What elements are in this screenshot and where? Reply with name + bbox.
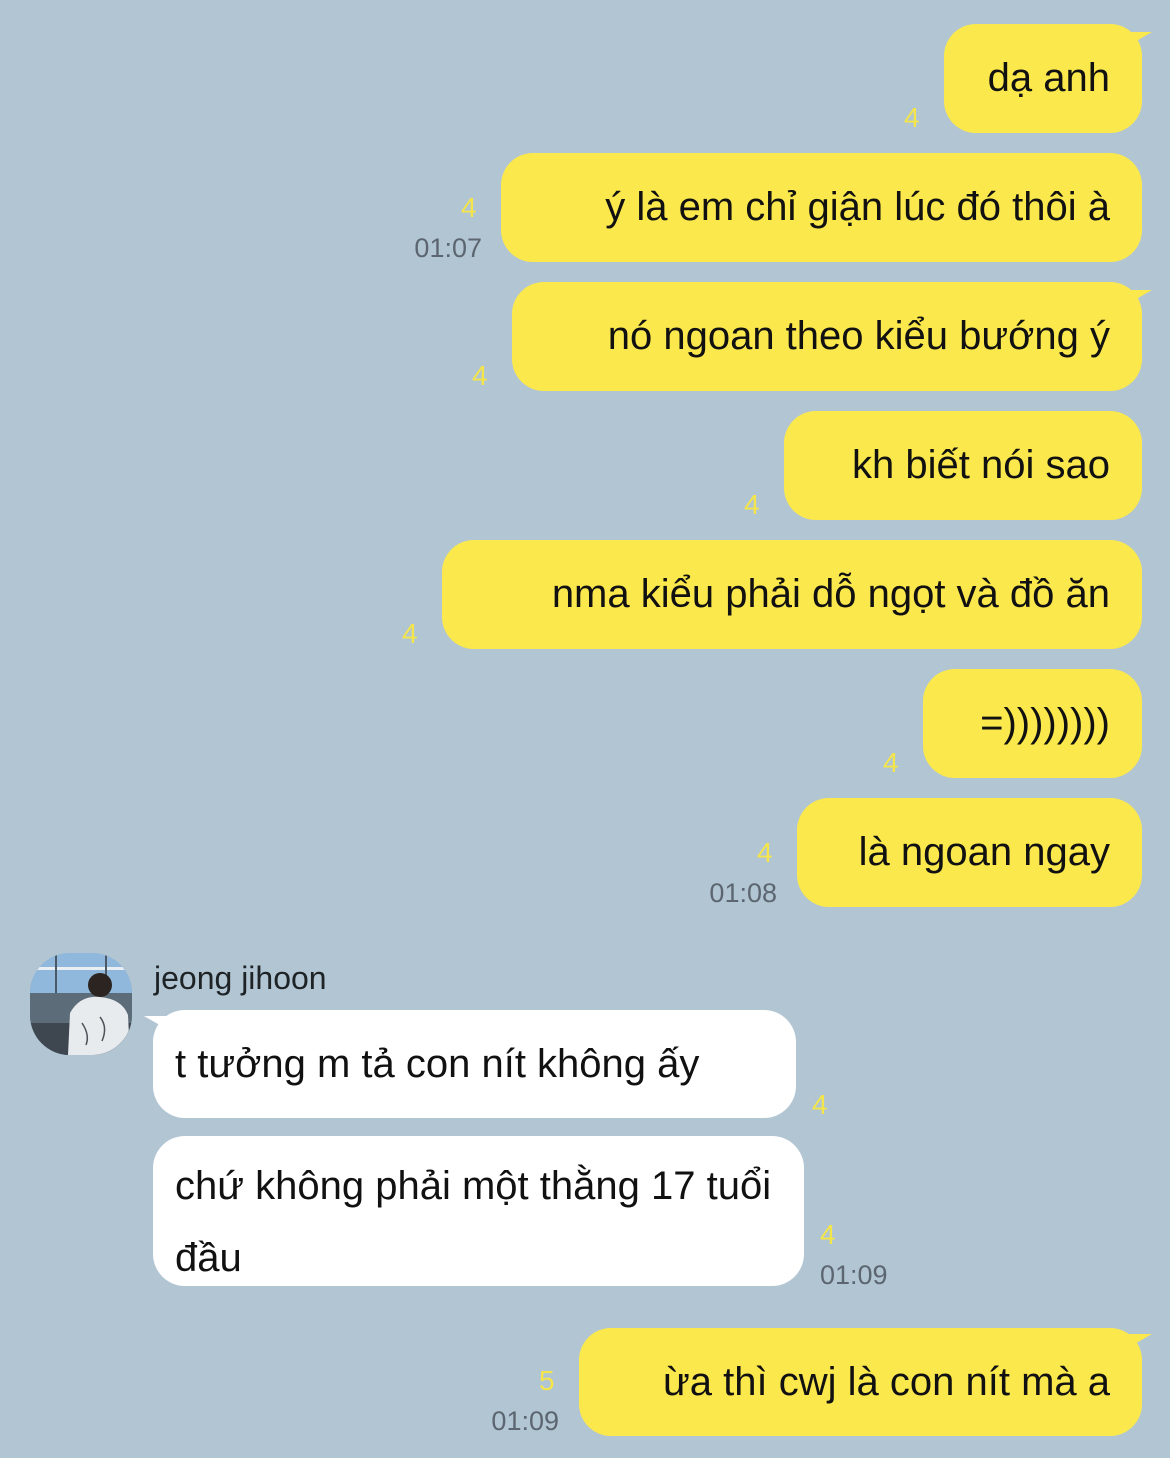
message-timestamp: 01:09 <box>491 1406 559 1436</box>
read-count: 4 <box>883 747 899 778</box>
outgoing-message[interactable]: dạ anh <box>944 24 1142 133</box>
outgoing-message[interactable]: là ngoan ngay <box>797 798 1142 907</box>
outgoing-message[interactable]: nma kiểu phải dỗ ngọt và đồ ăn <box>442 540 1142 649</box>
read-count: 5 <box>539 1365 555 1396</box>
incoming-message[interactable]: chứ không phải một thằng 17 tuổi đầu <box>153 1136 804 1286</box>
message-timestamp: 01:08 <box>709 878 777 908</box>
read-count: 4 <box>402 618 418 649</box>
read-count: 4 <box>472 360 488 391</box>
contact-avatar[interactable] <box>30 953 132 1055</box>
message-timestamp: 01:07 <box>414 233 482 263</box>
outgoing-message[interactable]: ừa thì cwj là con nít mà a <box>579 1328 1142 1436</box>
read-count: 4 <box>461 192 477 223</box>
read-count: 4 <box>744 489 760 520</box>
read-count: 4 <box>757 837 773 868</box>
read-count: 4 <box>904 102 920 133</box>
read-count: 4 <box>820 1219 836 1250</box>
outgoing-message[interactable]: nó ngoan theo kiểu bướng ý <box>512 282 1142 391</box>
read-count: 4 <box>812 1089 828 1120</box>
outgoing-message[interactable]: kh biết nói sao <box>784 411 1142 520</box>
sender-name: jeong jihoon <box>154 960 327 996</box>
outgoing-message[interactable]: ý là em chỉ giận lúc đó thôi à <box>501 153 1142 262</box>
incoming-message[interactable]: t tưởng m tả con nít không ấy <box>153 1010 796 1118</box>
message-timestamp: 01:09 <box>820 1260 888 1290</box>
profile-photo-icon <box>30 953 132 1055</box>
outgoing-message[interactable]: =)))))))) <box>923 669 1142 778</box>
